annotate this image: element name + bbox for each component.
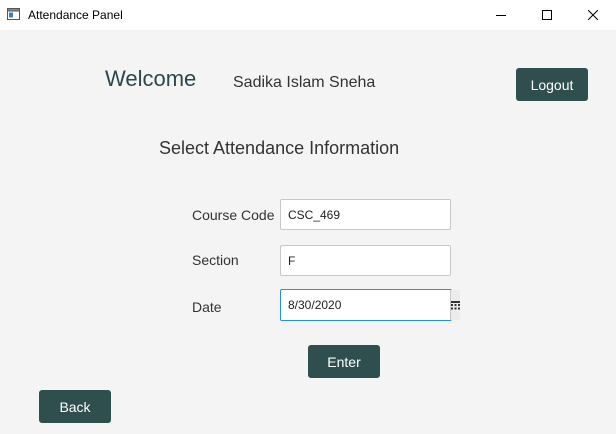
close-icon: [588, 10, 598, 20]
section-input[interactable]: [280, 245, 451, 276]
course-code-label: Course Code: [192, 207, 275, 223]
course-code-input[interactable]: [280, 199, 451, 230]
back-button[interactable]: Back: [39, 390, 111, 423]
date-picker[interactable]: [280, 289, 460, 321]
app-window-icon: [7, 8, 20, 20]
minimize-icon: [496, 15, 506, 16]
maximize-icon: [542, 10, 552, 20]
page-title: Select Attendance Information: [159, 138, 400, 158]
welcome-text: Welcome: [105, 66, 197, 91]
title-bar: Attendance Panel: [0, 0, 616, 30]
date-label: Date: [192, 299, 222, 315]
maximize-button[interactable]: [524, 0, 570, 30]
user-name: Sadika Islam Sneha: [233, 74, 376, 91]
enter-button[interactable]: Enter: [308, 345, 380, 378]
section-label: Section: [192, 252, 239, 268]
date-input[interactable]: [281, 290, 450, 320]
logout-button[interactable]: Logout: [516, 68, 588, 101]
calendar-icon: [451, 300, 460, 309]
minimize-button[interactable]: [478, 0, 524, 30]
close-button[interactable]: [570, 0, 616, 30]
calendar-button[interactable]: [450, 290, 460, 320]
window-title: Attendance Panel: [28, 8, 123, 22]
